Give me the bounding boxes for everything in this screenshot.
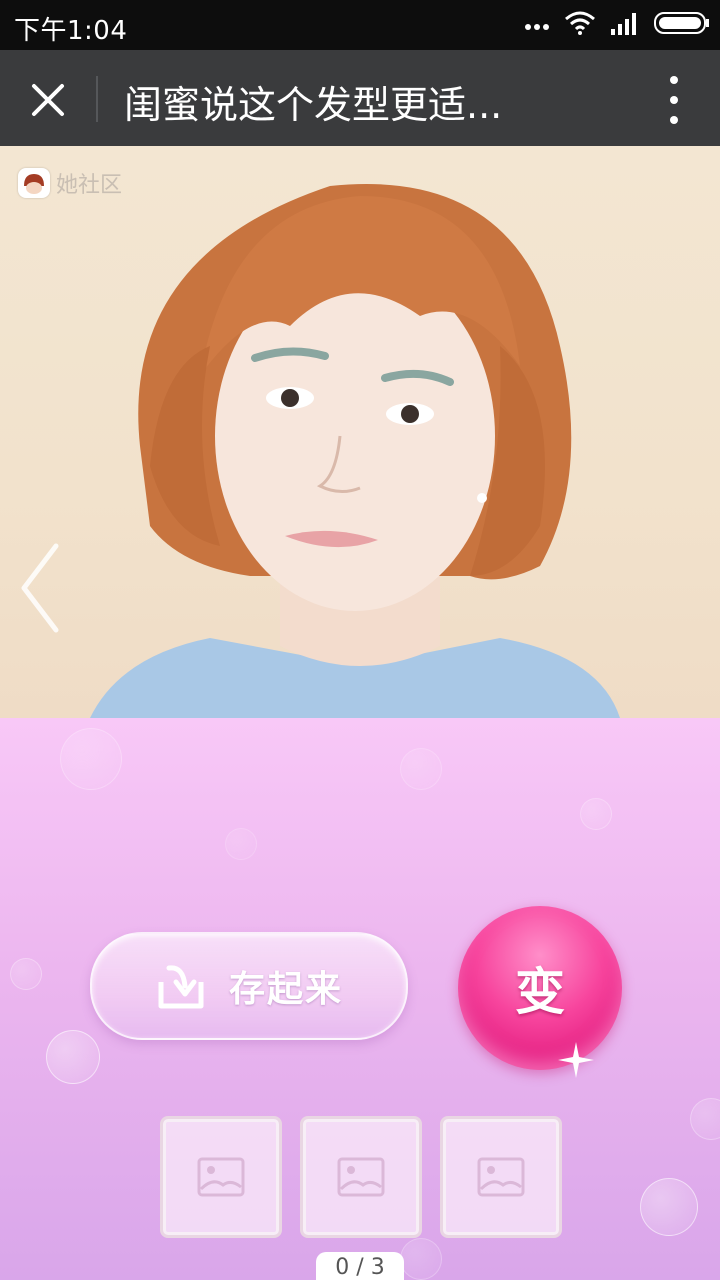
thumbnail-slot-3[interactable] [440, 1116, 562, 1238]
watermark-logo [18, 168, 50, 198]
decor-bubble [690, 1098, 720, 1140]
decor-bubble [10, 958, 42, 990]
chevron-left-icon [21, 543, 59, 633]
status-time: 下午1:04 [14, 16, 128, 46]
close-button[interactable] [20, 72, 76, 128]
decor-bubble [400, 1238, 442, 1280]
page-indicator: 0 / 3 [316, 1252, 404, 1280]
save-button-label: 存起来 [228, 969, 343, 1010]
menu-dot [670, 96, 678, 104]
more-dots-icon [524, 16, 550, 35]
decor-bubble [580, 798, 612, 830]
close-icon [32, 84, 64, 116]
title-bar: 闺蜜说这个发型更适... [0, 50, 720, 146]
battery-icon [654, 11, 710, 39]
download-tray-icon [158, 965, 204, 1009]
image-placeholder-icon [197, 1157, 245, 1197]
sparkle-icon [558, 1042, 594, 1078]
thumbnail-row [160, 1116, 562, 1238]
decor-bubble [640, 1178, 698, 1236]
image-placeholder-icon [477, 1157, 525, 1197]
transform-button[interactable]: 变 [458, 906, 622, 1070]
status-icons [524, 10, 710, 40]
image-placeholder-icon [337, 1157, 385, 1197]
save-button[interactable]: 存起来 [90, 932, 408, 1040]
title-divider [96, 76, 98, 122]
decor-bubble [60, 728, 122, 790]
hairstyle-photo: 她社区 [0, 146, 720, 718]
thumbnail-slot-1[interactable] [160, 1116, 282, 1238]
wifi-icon [564, 11, 596, 39]
decor-bubble [225, 828, 257, 860]
more-menu-button[interactable] [654, 76, 694, 124]
transform-button-label: 变 [515, 963, 565, 1021]
app-screen: 下午1:04 闺蜜说这个发型更适... 她社区 存起来 变 0 / 3 [0, 0, 720, 1280]
watermark-text: 她社区 [56, 173, 123, 198]
previous-image-button[interactable] [16, 540, 66, 636]
decor-bubble [46, 1030, 100, 1084]
watermark: 她社区 [18, 168, 122, 198]
decor-bubble [400, 748, 442, 790]
page-title: 闺蜜说这个发型更适... [124, 83, 503, 124]
thumbnail-slot-2[interactable] [300, 1116, 422, 1238]
portrait-illustration [90, 184, 620, 718]
status-bar: 下午1:04 [0, 0, 720, 50]
signal-icon [610, 11, 640, 39]
menu-dot [670, 116, 678, 124]
more-vertical-icon [670, 76, 678, 84]
